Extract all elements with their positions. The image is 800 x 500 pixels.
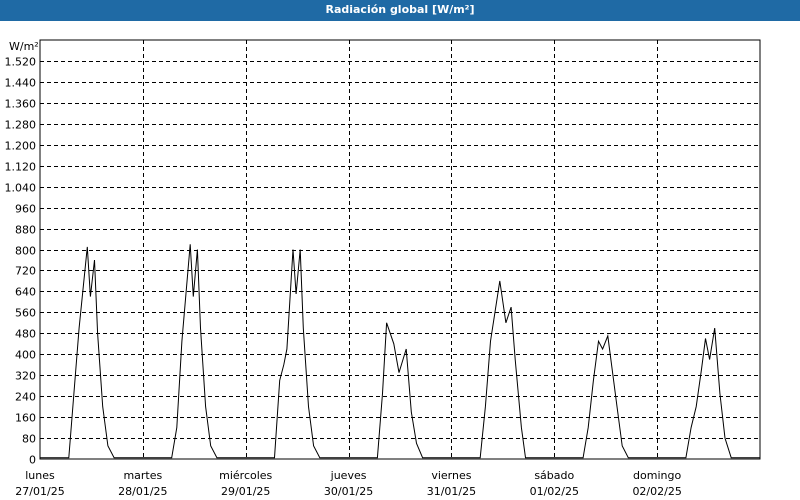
y-tick-label: 0 [29, 454, 36, 467]
y-tick-label: 1.040 [5, 182, 37, 195]
x-tick-day: martes [123, 469, 162, 482]
y-tick-label: 800 [15, 245, 36, 258]
x-tick-date: 02/02/25 [632, 485, 681, 498]
y-tick-label: 240 [15, 391, 36, 404]
y-tick-label: 80 [22, 433, 36, 446]
y-tick-label: 480 [15, 328, 36, 341]
y-tick-label: 1.200 [5, 140, 37, 153]
x-tick-day: jueves [330, 469, 367, 482]
x-tick-date: 29/01/25 [221, 485, 270, 498]
y-tick-label: 560 [15, 307, 36, 320]
y-tick-label: 400 [15, 349, 36, 362]
x-tick-day: lunes [25, 469, 55, 482]
y-tick-label: 880 [15, 224, 36, 237]
y-tick-label: 1.520 [5, 56, 37, 69]
y-tick-label: 160 [15, 412, 36, 425]
y-tick-label: 640 [15, 286, 36, 299]
y-tick-label: 720 [15, 265, 36, 278]
y-tick-label: 1.120 [5, 161, 37, 174]
x-tick-day: domingo [633, 469, 681, 482]
x-tick-day: viernes [431, 469, 471, 482]
y-tick-label: 320 [15, 370, 36, 383]
x-tick-labels: lunes 27/01/25 martes 28/01/25 miércoles 29/0… [15, 469, 682, 498]
x-tick-date: 28/01/25 [118, 485, 167, 498]
y-tick-label: 1.360 [5, 98, 37, 111]
y-tick-label: 1.280 [5, 119, 37, 132]
y-tick-labels: 0 80 160 240 320 400 480 560 640 720 800 880 960 1.04… [5, 56, 37, 467]
x-tick-day: miércoles [219, 469, 272, 482]
x-tick-date: 31/01/25 [427, 485, 476, 498]
x-tick-day: sábado [534, 469, 574, 482]
y-axis-unit: W/m² [9, 40, 39, 53]
x-tick-date: 27/01/25 [15, 485, 64, 498]
chart: 0 80 160 240 320 400 480 560 640 720 800 880 960 1.04… [5, 39, 761, 498]
x-tick-date: 30/01/25 [324, 485, 373, 498]
y-tick-label: 1.440 [5, 77, 37, 90]
y-tick-label: 960 [15, 203, 36, 216]
x-tick-date: 01/02/25 [530, 485, 579, 498]
